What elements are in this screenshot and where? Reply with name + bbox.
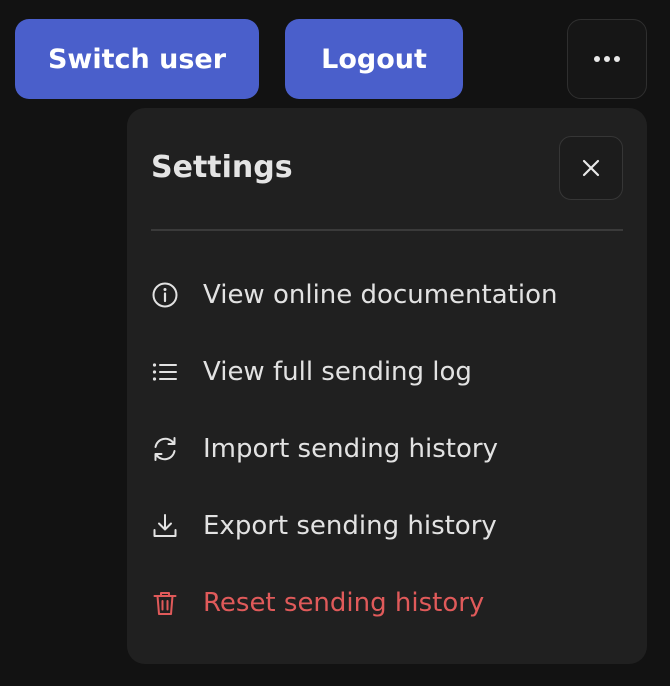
trash-icon	[151, 589, 179, 617]
menu-item-view-sending-log[interactable]: View full sending log	[127, 333, 647, 410]
refresh-icon	[151, 435, 179, 463]
settings-title: Settings	[151, 150, 293, 185]
settings-panel: Settings View online documentation View …	[127, 108, 647, 664]
download-icon	[151, 512, 179, 540]
menu-item-reset-history[interactable]: Reset sending history	[127, 564, 647, 641]
menu-item-view-documentation[interactable]: View online documentation	[127, 256, 647, 333]
menu-item-label: Reset sending history	[203, 587, 485, 618]
menu-item-label: View online documentation	[203, 279, 558, 310]
logout-button[interactable]: Logout	[285, 19, 463, 99]
more-options-button[interactable]	[567, 19, 647, 99]
menu-item-label: Import sending history	[203, 433, 498, 464]
close-icon	[582, 159, 600, 177]
list-icon	[151, 358, 179, 386]
menu-item-label: View full sending log	[203, 356, 472, 387]
top-bar: Switch user Logout	[0, 0, 670, 100]
menu-item-export-history[interactable]: Export sending history	[127, 487, 647, 564]
menu-item-import-history[interactable]: Import sending history	[127, 410, 647, 487]
switch-user-button[interactable]: Switch user	[15, 19, 259, 99]
more-horizontal-icon	[594, 56, 620, 62]
info-icon	[151, 281, 179, 309]
menu-item-label: Export sending history	[203, 510, 497, 541]
divider	[151, 229, 623, 231]
settings-menu: View online documentation View full send…	[127, 256, 647, 641]
close-button[interactable]	[559, 136, 623, 200]
